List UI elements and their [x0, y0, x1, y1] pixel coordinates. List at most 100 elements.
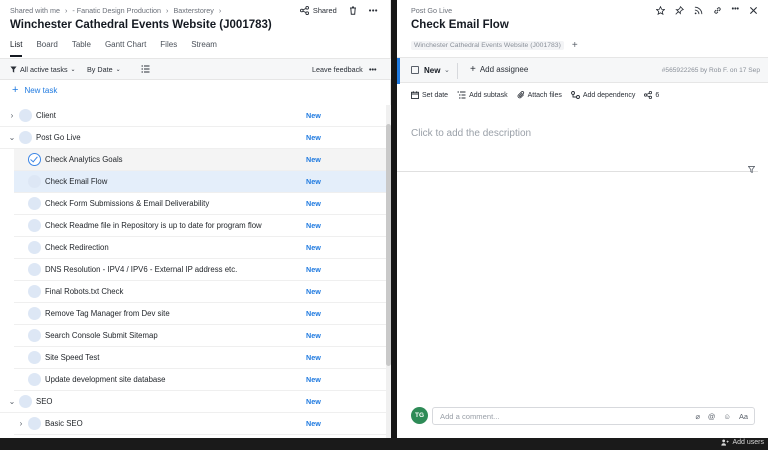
status-badge[interactable]: New: [306, 375, 321, 384]
active-tasks-filter[interactable]: All active tasks ⌄: [10, 65, 76, 74]
filter-icon[interactable]: [747, 166, 756, 175]
task-type-icon[interactable]: [19, 109, 32, 122]
chevron-down-icon[interactable]: ⌄: [8, 397, 16, 406]
more-icon[interactable]: •••: [369, 65, 377, 74]
task-row[interactable]: Final Robots.txt Check New: [14, 281, 386, 303]
task-row[interactable]: Check Form Submissions & Email Deliverab…: [14, 193, 386, 215]
task-type-icon[interactable]: [28, 329, 41, 342]
complete-checkbox[interactable]: [411, 66, 419, 74]
more-icon[interactable]: •••: [369, 6, 378, 15]
task-type-icon[interactable]: [28, 219, 41, 232]
task-title[interactable]: Check Form Submissions & Email Deliverab…: [45, 199, 209, 208]
task-title[interactable]: Check Redirection: [45, 243, 109, 252]
task-title[interactable]: Check Analytics Goals: [45, 155, 123, 164]
task-title[interactable]: Site Speed Test: [45, 353, 99, 362]
completed-check-icon[interactable]: [28, 153, 41, 166]
comment-input[interactable]: Add a comment... ⌀ @ ☺ Aa: [432, 407, 755, 425]
tab-table[interactable]: Table: [72, 40, 91, 57]
project-tag[interactable]: Winchester Cathedral Events Website (J00…: [411, 41, 564, 50]
shared-button[interactable]: Shared: [299, 6, 337, 15]
status-badge[interactable]: New: [306, 353, 321, 362]
breadcrumb-fanatic[interactable]: - Fanatic Design Production: [72, 6, 161, 15]
tab-gantt-chart[interactable]: Gantt Chart: [105, 40, 146, 57]
pin-icon[interactable]: [674, 6, 684, 15]
task-row[interactable]: Check Readme file in Repository is up to…: [14, 215, 386, 237]
attach-files-button[interactable]: Attach files: [517, 91, 562, 99]
tab-stream[interactable]: Stream: [191, 40, 217, 57]
task-title[interactable]: DNS Resolution - IPV4 / IPV6 - External …: [45, 265, 237, 274]
status-badge[interactable]: New: [306, 243, 321, 252]
breadcrumb-baxterstorey[interactable]: Baxterstorey: [173, 6, 213, 15]
status-badge[interactable]: New: [306, 331, 321, 340]
more-icon[interactable]: •••: [732, 6, 739, 15]
description-field[interactable]: Click to add the description: [411, 128, 531, 139]
status-badge[interactable]: New: [306, 177, 321, 186]
add-tag-icon[interactable]: +: [572, 40, 578, 51]
task-type-icon[interactable]: [28, 373, 41, 386]
task-title[interactable]: Check Email Flow: [45, 177, 107, 186]
task-type-icon[interactable]: [28, 241, 41, 254]
task-type-icon[interactable]: [28, 351, 41, 364]
tab-list[interactable]: List: [10, 40, 23, 57]
share-count-button[interactable]: 6: [644, 91, 659, 99]
emoji-icon[interactable]: ☺: [723, 412, 731, 421]
task-row[interactable]: Check Email Flow New: [14, 171, 386, 193]
task-type-icon[interactable]: [28, 417, 41, 430]
task-title[interactable]: Basic SEO: [45, 419, 83, 428]
status-badge[interactable]: New: [306, 155, 321, 164]
tab-board[interactable]: Board: [36, 40, 57, 57]
task-title[interactable]: Check Readme file in Repository is up to…: [45, 221, 262, 230]
task-type-icon[interactable]: [28, 307, 41, 320]
close-icon[interactable]: [749, 6, 758, 15]
task-type-icon[interactable]: [28, 175, 41, 188]
trash-icon[interactable]: [349, 6, 357, 15]
status-badge[interactable]: New: [306, 111, 321, 120]
chevron-right-icon[interactable]: ›: [17, 419, 25, 428]
task-row[interactable]: Site Speed Test New: [14, 347, 386, 369]
status-badge[interactable]: New: [306, 309, 321, 318]
add-users-button[interactable]: Add users: [721, 439, 764, 446]
format-button[interactable]: Aa: [739, 412, 748, 421]
status-badge[interactable]: New: [306, 221, 321, 230]
leave-feedback-link[interactable]: Leave feedback: [312, 65, 363, 74]
status-dropdown[interactable]: New: [424, 66, 440, 75]
breadcrumb-shared[interactable]: Shared with me: [10, 6, 60, 15]
tab-files[interactable]: Files: [160, 40, 177, 57]
task-title[interactable]: SEO: [36, 397, 52, 406]
task-type-icon[interactable]: [28, 285, 41, 298]
paperclip-icon[interactable]: ⌀: [695, 412, 699, 421]
add-dependency-button[interactable]: Add dependency: [570, 91, 635, 99]
task-type-icon[interactable]: [28, 263, 41, 276]
set-date-button[interactable]: Set date: [411, 91, 448, 99]
add-assignee-button[interactable]: + Add assignee: [470, 65, 528, 75]
task-title[interactable]: Remove Tag Manager from Dev site: [45, 309, 170, 318]
star-icon[interactable]: [655, 6, 665, 15]
by-date-sort[interactable]: By Date ⌄: [87, 65, 121, 74]
task-row[interactable]: ⌄ Post Go Live New: [0, 127, 386, 149]
task-row[interactable]: Check Redirection New: [14, 237, 386, 259]
task-type-icon[interactable]: [19, 395, 32, 408]
detail-breadcrumb[interactable]: Post Go Live: [411, 6, 452, 15]
chevron-down-icon[interactable]: ⌄: [444, 66, 450, 74]
list-options-button[interactable]: [141, 65, 150, 73]
task-type-icon[interactable]: [19, 131, 32, 144]
task-type-icon[interactable]: [28, 197, 41, 210]
task-title[interactable]: Search Console Submit Sitemap: [45, 331, 158, 340]
chevron-down-icon[interactable]: ⌄: [8, 133, 16, 142]
task-row[interactable]: Check Analytics Goals New: [14, 149, 386, 171]
status-badge[interactable]: New: [306, 419, 321, 428]
task-row[interactable]: Update development site database New: [14, 369, 386, 391]
mention-icon[interactable]: @: [708, 412, 716, 421]
task-title[interactable]: Client: [36, 111, 56, 120]
add-subtask-button[interactable]: Add subtask: [457, 91, 508, 99]
task-row[interactable]: Search Console Submit Sitemap New: [14, 325, 386, 347]
chevron-right-icon[interactable]: ›: [8, 111, 16, 120]
task-row[interactable]: › Basic SEO New: [14, 413, 386, 435]
status-badge[interactable]: New: [306, 133, 321, 142]
task-row[interactable]: ⌄ SEO New: [0, 391, 386, 413]
task-title[interactable]: Update development site database: [45, 375, 166, 384]
task-title[interactable]: Check Email Flow: [411, 19, 509, 31]
rss-icon[interactable]: [694, 6, 703, 15]
task-row[interactable]: DNS Resolution - IPV4 / IPV6 - External …: [14, 259, 386, 281]
link-icon[interactable]: [713, 6, 722, 15]
